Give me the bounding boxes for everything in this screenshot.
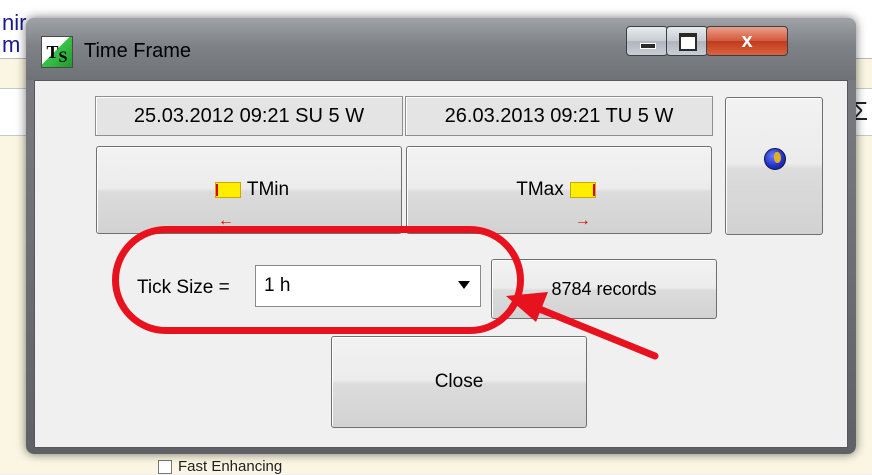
title-bar[interactable]: TS Time Frame x — [26, 18, 856, 80]
background-left-text: nir m — [2, 10, 27, 57]
arrow-right-icon — [569, 178, 596, 264]
chevron-down-icon[interactable] — [458, 281, 470, 289]
tmax-label: TMax — [516, 179, 564, 200]
maximize-icon — [679, 33, 697, 51]
close-button[interactable]: Close — [331, 336, 587, 428]
globe-button[interactable] — [725, 97, 823, 235]
minimize-button[interactable] — [626, 26, 668, 56]
close-window-button[interactable]: x — [706, 26, 788, 56]
close-icon: x — [741, 30, 753, 52]
tick-size-value: 1 h — [264, 275, 291, 296]
arrow-left-icon — [214, 178, 241, 264]
tmin-button[interactable]: TMin — [96, 146, 402, 264]
background-checkbox[interactable]: Fast Enhancing — [158, 458, 282, 475]
tick-size-select[interactable]: 1 h — [255, 265, 481, 307]
records-button[interactable]: 8784 records — [491, 259, 717, 319]
date-min-display: 25.03.2012 09:21 SU 5 W — [95, 96, 403, 136]
tmin-label: TMin — [246, 179, 290, 200]
time-frame-dialog: TS Time Frame x 25.03.2012 09:21 SU 5 W … — [26, 18, 856, 454]
date-max-display: 26.03.2013 09:21 TU 5 W — [405, 96, 713, 136]
maximize-button[interactable] — [666, 26, 708, 56]
checkbox-label: Fast Enhancing — [178, 458, 283, 475]
window-title: Time Frame — [84, 40, 192, 62]
dialog-client-area: 25.03.2012 09:21 SU 5 W 26.03.2013 09:21… — [34, 80, 848, 448]
checkbox-box[interactable] — [158, 460, 172, 475]
minimize-icon — [640, 43, 656, 49]
app-ts-icon: TS — [41, 36, 73, 68]
tick-size-label: Tick Size = — [137, 277, 230, 298]
globe-icon — [764, 148, 786, 170]
tmax-button[interactable]: TMax — [406, 146, 712, 264]
